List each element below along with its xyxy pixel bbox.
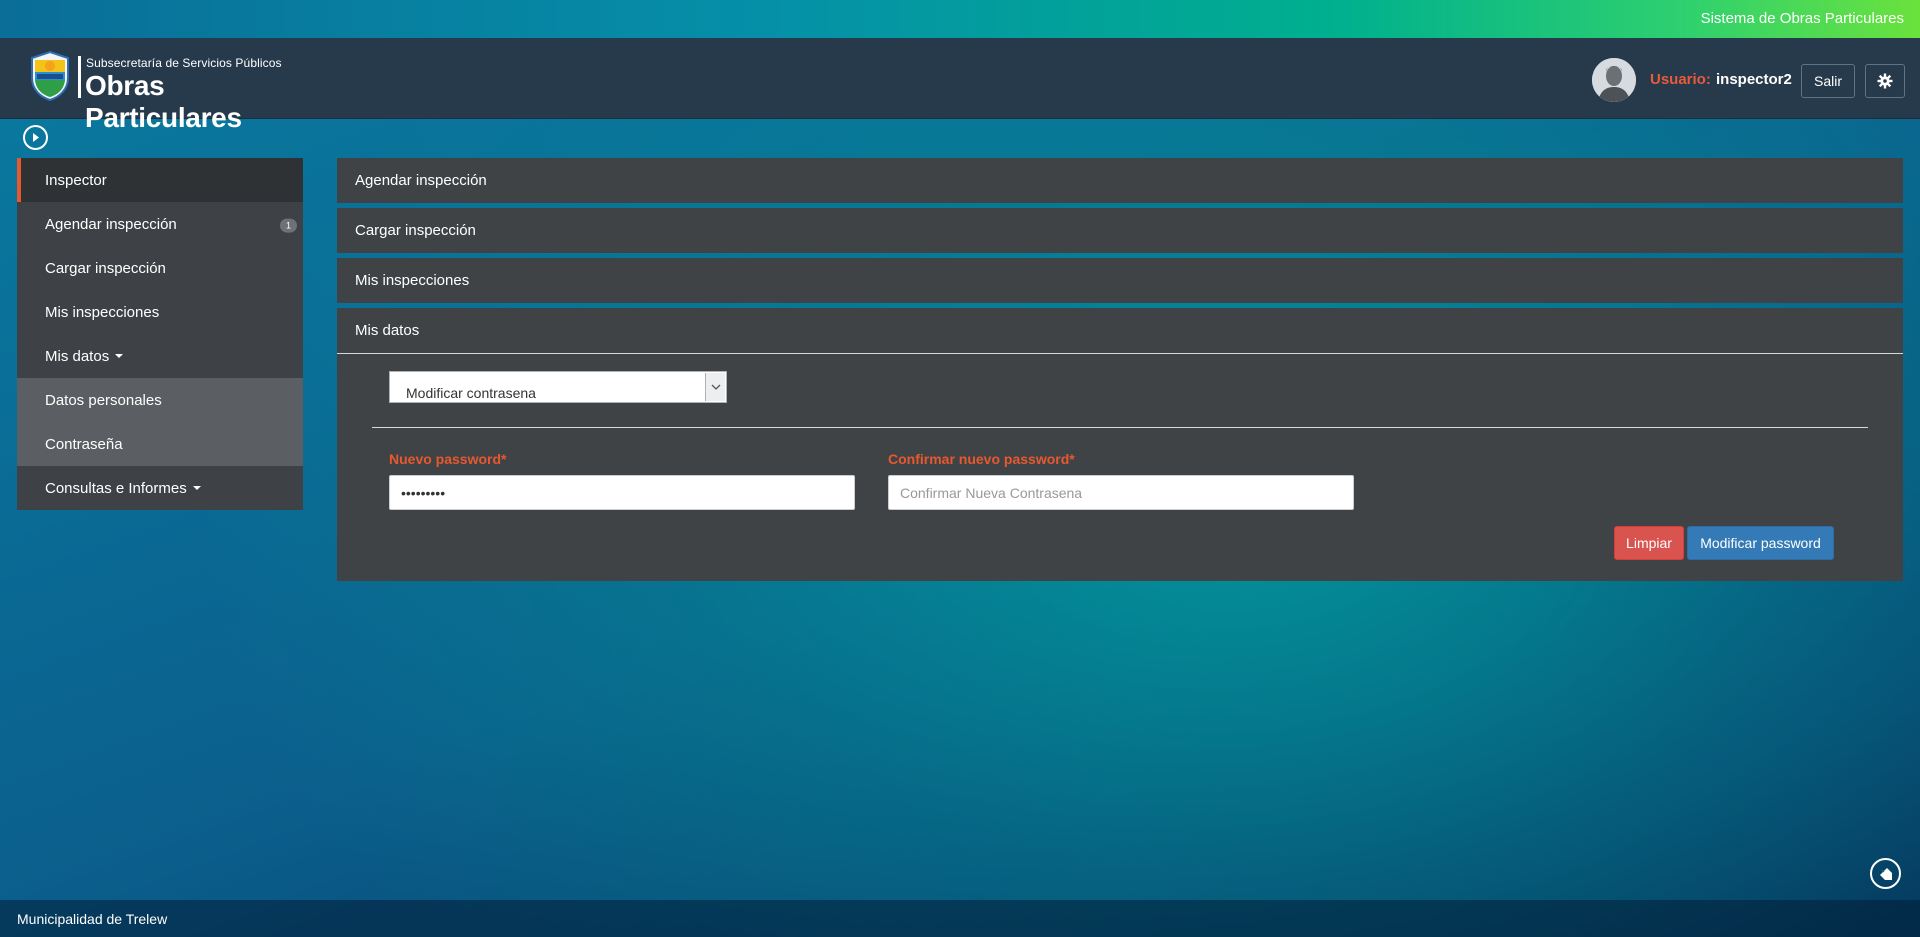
sidebar: Inspector Agendar inspección 1 Cargar in… — [17, 158, 303, 510]
select-value: Modificar contrasena — [406, 385, 536, 401]
settings-button[interactable] — [1865, 64, 1905, 98]
panel-agendar-inspeccion[interactable]: Agendar inspección — [337, 158, 1903, 203]
sidebar-item-label: Mis datos — [45, 347, 110, 365]
count-badge: 1 — [279, 218, 297, 233]
logout-button[interactable]: Salir — [1801, 64, 1855, 98]
logo-divider — [78, 56, 81, 98]
datos-option-select[interactable]: Modificar contrasena — [389, 371, 727, 403]
new-password-field[interactable]: ••••••••• — [389, 475, 855, 510]
user-name: inspector2 — [1716, 71, 1792, 88]
sidebar-item-inspector[interactable]: Inspector — [17, 158, 303, 202]
panel-mis-inspecciones[interactable]: Mis inspecciones — [337, 258, 1903, 303]
logo-title: Obras Particulares — [85, 70, 242, 133]
avatar[interactable] — [1592, 58, 1636, 102]
tag-button[interactable] — [1870, 858, 1901, 889]
user-silhouette-icon — [1592, 58, 1636, 102]
sidebar-item-label: Consultas e Informes — [45, 479, 187, 497]
system-title: Sistema de Obras Particulares — [1700, 10, 1904, 27]
user-label: Usuario: — [1650, 71, 1711, 88]
panel-cargar-inspeccion[interactable]: Cargar inspección — [337, 208, 1903, 253]
trelew-shield-icon — [31, 50, 69, 102]
gear-icon — [1877, 73, 1893, 89]
sidebar-item-label: Agendar inspección — [45, 215, 177, 233]
logo-subtitle: Subsecretaría de Servicios Públicos — [86, 56, 282, 70]
panel-header-divider — [337, 353, 1903, 354]
sidebar-item-mis-inspecciones[interactable]: Mis inspecciones — [17, 290, 303, 334]
sidebar-toggle-button[interactable] — [23, 125, 48, 150]
top-strip: Sistema de Obras Particulares — [0, 0, 1920, 38]
sidebar-item-mis-datos[interactable]: Mis datos — [17, 334, 303, 378]
tag-icon — [1879, 867, 1892, 880]
sidebar-item-datos-personales[interactable]: Datos personales — [17, 378, 303, 422]
caret-down-icon — [192, 486, 201, 490]
confirm-password-field[interactable]: Confirmar Nueva Contrasena — [888, 475, 1354, 510]
confirm-password-label: Confirmar nuevo password* — [888, 451, 1075, 467]
panel-mis-datos[interactable]: Mis datos — [337, 308, 1903, 353]
sidebar-item-cargar-inspeccion[interactable]: Cargar inspección — [17, 246, 303, 290]
sidebar-item-label: Mis inspecciones — [45, 303, 160, 321]
sidebar-item-consultas-informes[interactable]: Consultas e Informes — [17, 466, 303, 510]
sidebar-item-label: Inspector — [45, 171, 107, 189]
form-divider — [372, 427, 1868, 428]
sidebar-item-label: Contraseña — [45, 435, 123, 453]
logo[interactable]: Subsecretaría de Servicios Públicos Obra… — [28, 50, 318, 133]
modify-password-button[interactable]: Modificar password — [1687, 526, 1834, 560]
header: Subsecretaría de Servicios Públicos Obra… — [0, 38, 1920, 133]
caret-down-icon — [115, 354, 124, 358]
sidebar-item-contrasena[interactable]: Contraseña — [17, 422, 303, 466]
sidebar-item-label: Cargar inspección — [45, 259, 166, 277]
chevron-down-icon — [711, 384, 720, 390]
panel-title: Agendar inspección — [355, 172, 487, 189]
panel-title: Mis inspecciones — [355, 272, 470, 289]
footer-text: Municipalidad de Trelew — [17, 911, 168, 927]
footer: Municipalidad de Trelew — [0, 900, 1920, 937]
new-password-label: Nuevo password* — [389, 451, 507, 467]
sidebar-item-agendar-inspeccion[interactable]: Agendar inspección 1 — [17, 202, 303, 246]
select-arrow[interactable] — [705, 373, 725, 401]
panel-title: Cargar inspección — [355, 222, 476, 239]
clear-button[interactable]: Limpiar — [1614, 526, 1684, 560]
sidebar-item-label: Datos personales — [45, 391, 162, 409]
mis-datos-panel-body: Modificar contrasena Nuevo password* •••… — [337, 353, 1903, 581]
play-circle-icon — [33, 133, 39, 142]
panel-title: Mis datos — [355, 322, 420, 339]
